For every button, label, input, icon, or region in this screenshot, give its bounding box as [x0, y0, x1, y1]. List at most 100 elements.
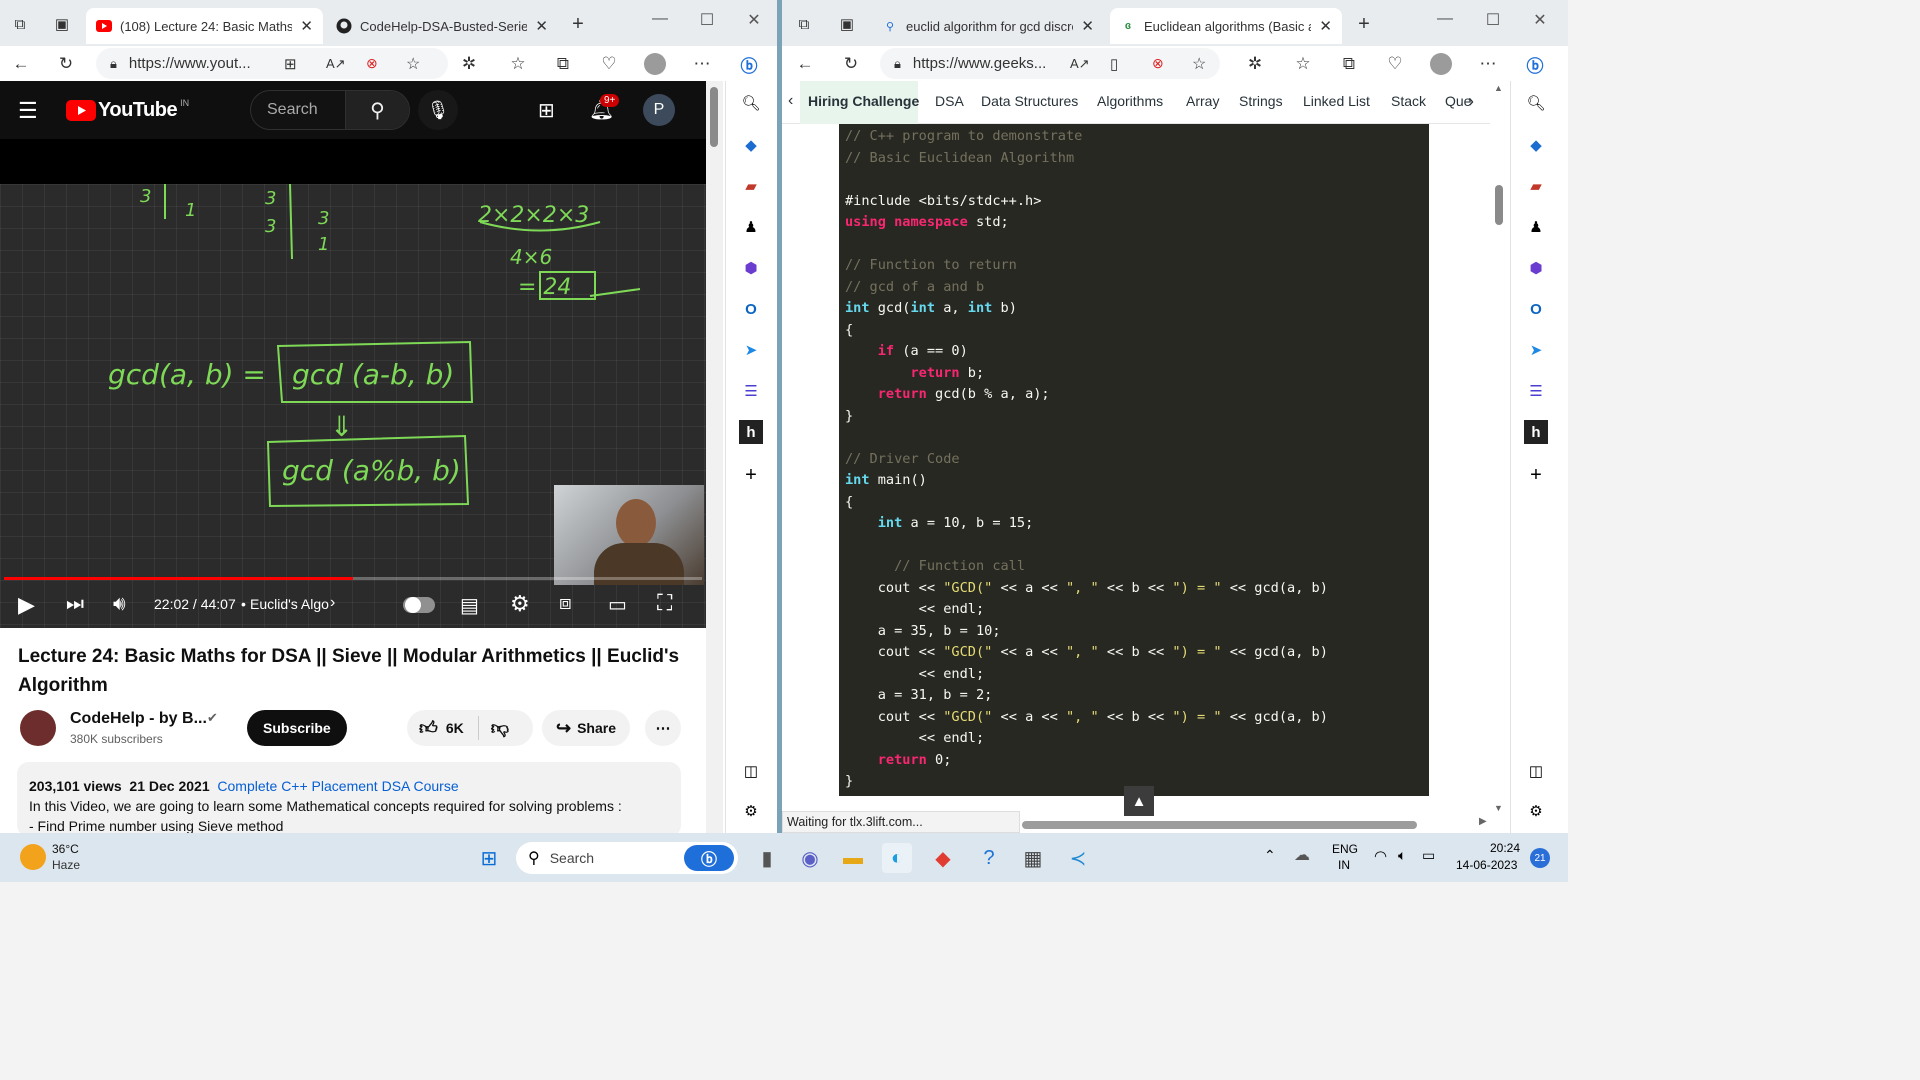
favorite-star-icon[interactable]: ☆: [1192, 54, 1206, 74]
tab-geeksforgeeks[interactable]: ɞ Euclidean algorithms (Basic and ✕: [1110, 8, 1342, 44]
speaker-icon[interactable]: 🔈︎: [1398, 847, 1406, 864]
nav-chevron-left-icon[interactable]: ‹: [788, 92, 793, 110]
create-video-icon[interactable]: ⊞: [538, 98, 555, 123]
volume-icon[interactable]: 🔊︎: [113, 593, 126, 616]
nav-dsa[interactable]: DSA: [935, 93, 964, 109]
next-video-icon[interactable]: ⏭︎: [66, 593, 84, 616]
windows-start-icon[interactable]: ⊞: [474, 843, 504, 873]
address-bar[interactable]: 🔒︎ https://www.geeks... A↗ ▯ ⊗ ☆: [880, 48, 1220, 79]
nav-linked-list[interactable]: Linked List: [1303, 93, 1370, 109]
sidebar-search-icon[interactable]: 🔍︎: [1524, 91, 1548, 115]
tab-bing-search[interactable]: ⚲ euclid algorithm for gcd discret ✕: [872, 8, 1104, 44]
tools-briefcase-icon[interactable]: ▰: [739, 174, 763, 198]
add-sidebar-app-icon[interactable]: +: [739, 463, 763, 487]
tray-chevron-up-icon[interactable]: ⌃: [1264, 847, 1276, 864]
account-avatar[interactable]: P: [643, 94, 675, 126]
close-window-icon[interactable]: ✕: [1525, 10, 1555, 30]
new-tab-icon[interactable]: +: [1354, 13, 1374, 35]
browser-essentials-icon[interactable]: ♡: [596, 51, 622, 77]
channel-name[interactable]: CodeHelp - by B...: [70, 710, 207, 728]
scroll-down-arrow-icon[interactable]: ▼: [1494, 803, 1503, 813]
sidebar-settings-gear-icon[interactable]: ⚙: [1524, 799, 1548, 823]
scroll-right-arrow-icon[interactable]: ▶: [1479, 816, 1487, 827]
description-box[interactable]: 203,101 views 21 Dec 2021 Complete C++ P…: [17, 762, 681, 833]
favorites-icon[interactable]: ☆: [1290, 51, 1316, 77]
microsoft365-icon[interactable]: ⬢: [739, 256, 763, 280]
tab-github[interactable]: CodeHelp-DSA-Busted-Series/L ✕: [326, 8, 558, 44]
profile-avatar[interactable]: [1428, 51, 1454, 77]
games-icon[interactable]: ♟: [1524, 215, 1548, 239]
edge-browser-icon[interactable]: ◐: [882, 843, 912, 873]
youtube-search-input[interactable]: Search: [267, 101, 318, 119]
taskbar-search-box[interactable]: ⚲ Search ⓑ: [516, 842, 738, 874]
minimize-icon[interactable]: —: [645, 10, 675, 28]
hide-sidebar-icon[interactable]: ◫: [1524, 759, 1548, 783]
nav-strings[interactable]: Strings: [1239, 93, 1283, 109]
workspaces-icon[interactable]: ⧉: [10, 14, 30, 34]
workspaces-icon[interactable]: ⧉: [794, 14, 814, 34]
autoplay-toggle[interactable]: [403, 597, 435, 613]
tracking-icon[interactable]: ⊗: [366, 55, 378, 72]
page-scrollbar[interactable]: ▲ ▼: [1492, 81, 1506, 821]
like-count[interactable]: 6K: [446, 720, 464, 736]
weather-sun-haze-icon[interactable]: [20, 844, 46, 870]
back-icon[interactable]: ←: [792, 51, 818, 77]
hide-sidebar-icon[interactable]: ◫: [739, 759, 763, 783]
theater-mode-icon[interactable]: ▭: [608, 592, 627, 617]
chevron-right-icon[interactable]: ›: [330, 594, 335, 612]
extensions-icon[interactable]: ✲: [456, 51, 482, 77]
share-button[interactable]: ↪ Share: [542, 710, 631, 746]
notification-count-badge[interactable]: 21: [1530, 848, 1550, 868]
scroll-to-top-button[interactable]: ▲: [1124, 786, 1154, 816]
scrollbar-thumb[interactable]: [1495, 185, 1503, 225]
horizontal-scrollbar-thumb[interactable]: [1022, 821, 1417, 829]
subtitles-icon[interactable]: ▤: [460, 593, 479, 618]
page-scrollbar[interactable]: [706, 81, 723, 833]
maximize-icon[interactable]: ☐: [692, 10, 722, 30]
tab-youtube[interactable]: (108) Lecture 24: Basic Maths fo ✕: [86, 8, 323, 44]
wifi-icon[interactable]: ◠: [1374, 847, 1387, 865]
get-help-icon[interactable]: ?: [974, 843, 1004, 873]
settings-gear-icon[interactable]: ⚙: [510, 591, 530, 617]
playlist-link[interactable]: Complete C++ Placement DSA Course: [217, 778, 458, 794]
list-app-icon[interactable]: ☰: [1524, 379, 1548, 403]
tab-actions-icon[interactable]: ▣: [52, 14, 72, 34]
close-tab-icon[interactable]: ✕: [535, 17, 548, 35]
extensions-icon[interactable]: ✲: [1242, 51, 1268, 77]
close-tab-icon[interactable]: ✕: [1319, 17, 1332, 35]
shopping-tag-icon[interactable]: ◆: [1524, 133, 1548, 157]
dislike-thumb-icon[interactable]: 👎︎: [491, 717, 509, 739]
hamburger-menu-icon[interactable]: ☰: [18, 98, 38, 124]
drop-send-icon[interactable]: ➤: [1524, 338, 1548, 362]
browser-essentials-icon[interactable]: ♡: [1382, 51, 1408, 77]
task-view-icon[interactable]: ▮: [752, 843, 782, 873]
list-app-icon[interactable]: ☰: [739, 379, 763, 403]
sidebar-settings-gear-icon[interactable]: ⚙: [739, 799, 763, 823]
microsoft-store-icon[interactable]: ▦: [1018, 843, 1048, 873]
more-menu-icon[interactable]: ⋯: [689, 51, 715, 77]
progress-track[interactable]: [4, 577, 702, 580]
hashnode-h-icon[interactable]: h: [739, 420, 763, 444]
youtube-logo[interactable]: YouTube IN: [66, 98, 189, 122]
close-tab-icon[interactable]: ✕: [300, 17, 313, 35]
channel-avatar[interactable]: [20, 710, 56, 746]
minimize-icon[interactable]: —: [1430, 10, 1460, 28]
immersive-reader-icon[interactable]: ▯: [1110, 55, 1118, 73]
refresh-icon[interactable]: ↻: [53, 51, 79, 77]
scrollbar-thumb[interactable]: [710, 87, 718, 147]
profile-avatar[interactable]: [642, 51, 668, 77]
teams-chat-icon[interactable]: ◉: [795, 843, 825, 873]
microsoft365-icon[interactable]: ⬢: [1524, 256, 1548, 280]
read-aloud-icon[interactable]: A↗: [326, 56, 346, 72]
address-bar[interactable]: 🔒︎ https://www.yout... ⊞ A↗ ⊗ ☆: [96, 48, 448, 79]
read-aloud-icon[interactable]: A↗: [1070, 56, 1090, 72]
taskbar-search-input[interactable]: Search: [550, 850, 594, 866]
hashnode-h-icon[interactable]: h: [1524, 420, 1548, 444]
bing-copilot-icon[interactable]: ⓑ: [736, 51, 762, 77]
back-icon[interactable]: ←: [8, 51, 34, 77]
language-code[interactable]: ENG: [1332, 842, 1358, 856]
refresh-icon[interactable]: ↻: [838, 51, 864, 77]
games-icon[interactable]: ♟: [739, 215, 763, 239]
clock-date[interactable]: 14-06-2023: [1456, 858, 1517, 872]
close-window-icon[interactable]: ✕: [739, 10, 769, 30]
